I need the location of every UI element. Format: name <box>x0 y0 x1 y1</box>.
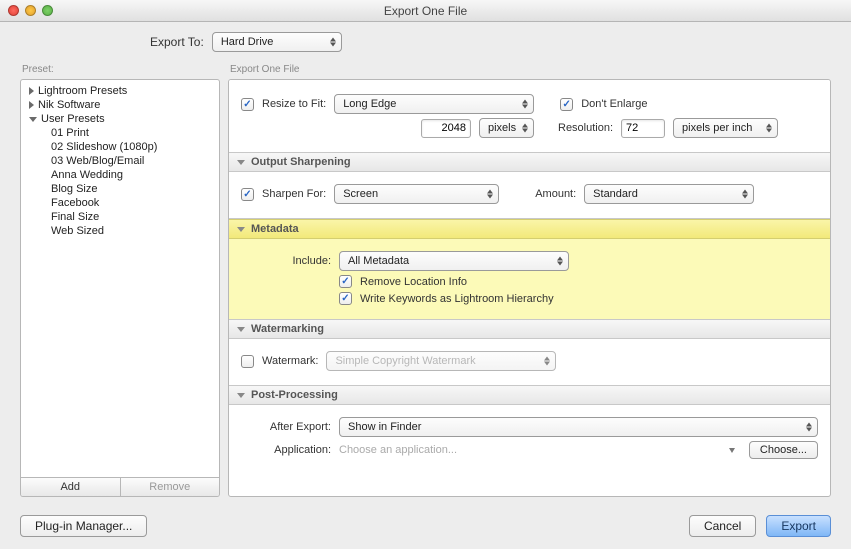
chevron-updown-icon <box>544 357 550 366</box>
write-keywords-checkbox[interactable]: ✓ <box>339 292 352 305</box>
resize-label: Resize to Fit: <box>262 98 326 110</box>
plugin-manager-button[interactable]: Plug-in Manager... <box>20 515 147 537</box>
chevron-updown-icon <box>766 124 772 133</box>
resize-checkbox[interactable]: ✓ <box>241 98 254 111</box>
amount-label: Amount: <box>535 188 576 200</box>
sharpening-panel: Output Sharpening ✓ Sharpen For: Screen … <box>229 153 830 219</box>
preset-item[interactable]: Blog Size <box>21 182 219 196</box>
metadata-header[interactable]: Metadata <box>229 219 830 239</box>
post-title: Post-Processing <box>251 389 338 401</box>
sharpen-for-value: Screen <box>343 188 378 200</box>
resolution-unit-select[interactable]: pixels per inch <box>673 118 778 138</box>
application-placeholder: Choose an application... <box>339 444 721 456</box>
add-preset-button[interactable]: Add <box>21 478 121 496</box>
sharpen-for-label: Sharpen For: <box>262 188 326 200</box>
remove-location-checkbox[interactable]: ✓ <box>339 275 352 288</box>
chevron-updown-icon <box>557 257 563 266</box>
titlebar: Export One File <box>0 0 851 22</box>
watermark-label: Watermark: <box>262 355 318 367</box>
resize-mode-value: Long Edge <box>343 98 396 110</box>
post-processing-panel: Post-Processing After Export: Show in Fi… <box>229 386 830 473</box>
chevron-updown-icon <box>487 190 493 199</box>
settings-panels: ✓ Resize to Fit: Long Edge ✓ Don't Enlar… <box>228 79 831 497</box>
resolution-label: Resolution: <box>558 122 613 134</box>
image-sizing-panel: ✓ Resize to Fit: Long Edge ✓ Don't Enlar… <box>229 80 830 153</box>
chevron-updown-icon <box>742 190 748 199</box>
metadata-title: Metadata <box>251 223 299 235</box>
chevron-updown-icon <box>522 100 528 109</box>
right-column-label: Export One File <box>228 62 831 79</box>
dont-enlarge-checkbox[interactable]: ✓ <box>560 98 573 111</box>
export-to-select[interactable]: Hard Drive <box>212 32 342 52</box>
after-export-select[interactable]: Show in Finder <box>339 417 818 437</box>
minimize-icon[interactable] <box>25 5 36 16</box>
amount-value: Standard <box>593 188 638 200</box>
disclosure-right-icon <box>29 101 34 109</box>
close-icon[interactable] <box>8 5 19 16</box>
metadata-panel: Metadata Include: All Metadata ✓ R <box>229 219 830 320</box>
export-to-label: Export To: <box>150 35 204 49</box>
sharpening-header[interactable]: Output Sharpening <box>229 153 830 172</box>
disclosure-down-icon <box>237 327 245 332</box>
watermark-header[interactable]: Watermarking <box>229 320 830 339</box>
include-select[interactable]: All Metadata <box>339 251 569 271</box>
preset-item[interactable]: 02 Slideshow (1080p) <box>21 140 219 154</box>
zoom-icon[interactable] <box>42 5 53 16</box>
resolution-unit-value: pixels per inch <box>682 122 752 134</box>
disclosure-down-icon <box>29 117 37 122</box>
amount-select[interactable]: Standard <box>584 184 754 204</box>
window-title: Export One File <box>0 4 851 18</box>
preset-item[interactable]: Final Size <box>21 210 219 224</box>
preset-column-label: Preset: <box>20 62 220 79</box>
include-label: Include: <box>241 255 331 267</box>
preset-group[interactable]: Lightroom Presets <box>21 84 219 98</box>
preset-item[interactable]: Facebook <box>21 196 219 210</box>
sharpening-title: Output Sharpening <box>251 156 351 168</box>
application-label: Application: <box>241 444 331 456</box>
post-header[interactable]: Post-Processing <box>229 386 830 405</box>
watermark-select[interactable]: Simple Copyright Watermark <box>326 351 556 371</box>
sharpen-for-select[interactable]: Screen <box>334 184 499 204</box>
remove-preset-button[interactable]: Remove <box>121 478 220 496</box>
disclosure-down-icon <box>237 227 245 232</box>
remove-location-label: Remove Location Info <box>360 276 467 288</box>
preset-item[interactable]: Anna Wedding <box>21 168 219 182</box>
preset-group-label: Lightroom Presets <box>38 85 127 97</box>
preset-list[interactable]: Lightroom Presets Nik Software User Pres… <box>20 79 220 478</box>
preset-item[interactable]: 03 Web/Blog/Email <box>21 154 219 168</box>
dont-enlarge-label: Don't Enlarge <box>581 98 647 110</box>
disclosure-down-icon <box>237 393 245 398</box>
resize-mode-select[interactable]: Long Edge <box>334 94 534 114</box>
chevron-updown-icon <box>806 423 812 432</box>
chevron-updown-icon <box>330 38 336 47</box>
preset-item[interactable]: 01 Print <box>21 126 219 140</box>
watermark-panel: Watermarking ✓ Watermark: Simple Copyrig… <box>229 320 830 386</box>
write-keywords-label: Write Keywords as Lightroom Hierarchy <box>360 293 554 305</box>
resolution-input[interactable] <box>621 119 665 138</box>
dimension-unit-value: pixels <box>488 122 516 134</box>
export-button[interactable]: Export <box>766 515 831 537</box>
after-export-label: After Export: <box>241 421 331 433</box>
preset-item[interactable]: Web Sized <box>21 224 219 238</box>
include-value: All Metadata <box>348 255 409 267</box>
preset-group-label: Nik Software <box>38 99 100 111</box>
preset-group-label: User Presets <box>41 113 105 125</box>
disclosure-right-icon <box>29 87 34 95</box>
export-to-value: Hard Drive <box>221 36 274 48</box>
watermark-value: Simple Copyright Watermark <box>335 355 475 367</box>
choose-button[interactable]: Choose... <box>749 441 818 459</box>
sharpen-checkbox[interactable]: ✓ <box>241 188 254 201</box>
watermark-checkbox[interactable]: ✓ <box>241 355 254 368</box>
preset-group[interactable]: User Presets <box>21 112 219 126</box>
cancel-button[interactable]: Cancel <box>689 515 756 537</box>
disclosure-down-icon <box>237 160 245 165</box>
watermark-title: Watermarking <box>251 323 324 335</box>
dimension-input[interactable] <box>421 119 471 138</box>
preset-group[interactable]: Nik Software <box>21 98 219 112</box>
chevron-down-icon[interactable] <box>729 448 735 453</box>
after-export-value: Show in Finder <box>348 421 421 433</box>
dimension-unit-select[interactable]: pixels <box>479 118 534 138</box>
chevron-updown-icon <box>522 124 528 133</box>
